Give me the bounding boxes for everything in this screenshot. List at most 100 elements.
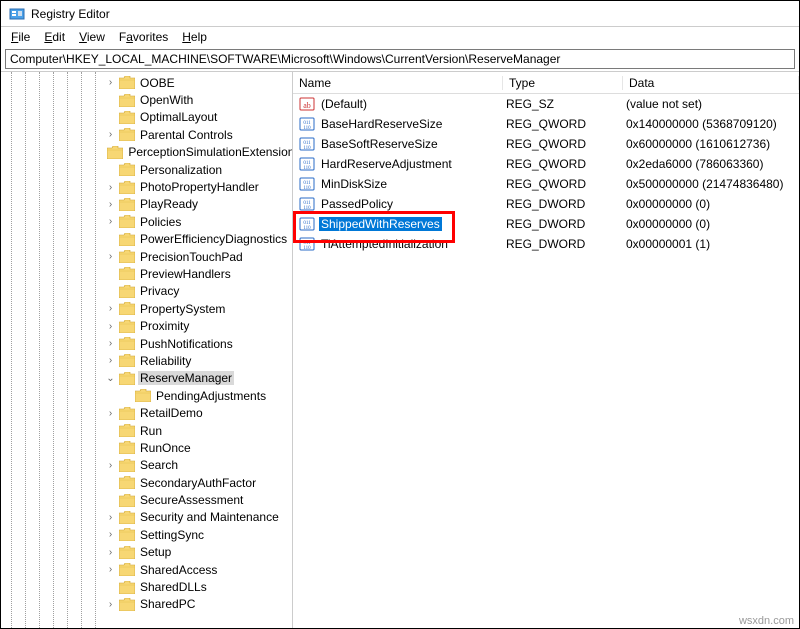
tree-item[interactable]: ·SecureAssessment [3, 491, 292, 508]
value-row[interactable]: 011110PassedPolicyREG_DWORD0x00000000 (0… [293, 194, 799, 214]
chevron-down-icon[interactable]: ⌄ [103, 373, 118, 384]
tree-item[interactable]: ·OptimalLayout [3, 109, 292, 126]
value-name[interactable]: BaseSoftReserveSize [319, 137, 440, 151]
tree-item[interactable]: › PropertySystem [3, 300, 292, 317]
tree-item-label[interactable]: Personalization [138, 163, 224, 177]
tree-item[interactable]: ·Run [3, 422, 292, 439]
value-name[interactable]: PassedPolicy [319, 197, 395, 211]
tree-item-label[interactable]: OOBE [138, 76, 177, 90]
tree-item-label[interactable]: PowerEfficiencyDiagnostics [138, 232, 289, 246]
tree-item[interactable]: ·OpenWith [3, 91, 292, 108]
column-type[interactable]: Type [503, 76, 623, 90]
tree-item[interactable]: ›Policies [3, 213, 292, 230]
menu-favorites[interactable]: Favorites [113, 29, 174, 45]
chevron-right-icon[interactable]: › [103, 547, 118, 558]
menu-view[interactable]: View [73, 29, 111, 45]
chevron-right-icon[interactable]: › [103, 251, 118, 262]
tree-item-label[interactable]: PreviewHandlers [138, 267, 233, 281]
tree-item-label[interactable]: PushNotifications [138, 337, 235, 351]
tree-item-label[interactable]: Privacy [138, 284, 181, 298]
chevron-right-icon[interactable]: › [103, 182, 118, 193]
value-row[interactable]: 011110TiAttemptedInitializationREG_DWORD… [293, 234, 799, 254]
value-name[interactable]: MinDiskSize [319, 177, 389, 191]
chevron-right-icon[interactable]: › [103, 512, 118, 523]
tree-item-label[interactable]: Run [138, 424, 164, 438]
tree-item[interactable]: ·PerceptionSimulationExtensions [3, 144, 292, 161]
value-name[interactable]: (Default) [319, 97, 369, 111]
tree-item-label[interactable]: Security and Maintenance [138, 510, 281, 524]
tree-item[interactable]: › SharedPC [3, 596, 292, 613]
chevron-right-icon[interactable]: › [103, 460, 118, 471]
tree-item[interactable]: › OOBE [3, 74, 292, 91]
value-row[interactable]: ab(Default)REG_SZ(value not set) [293, 94, 799, 114]
chevron-right-icon[interactable]: › [103, 599, 118, 610]
tree-item-label[interactable]: SecureAssessment [138, 493, 245, 507]
chevron-right-icon[interactable]: › [103, 529, 118, 540]
tree-item[interactable]: ·PowerEfficiencyDiagnostics [3, 231, 292, 248]
tree-item[interactable]: › PhotoPropertyHandler [3, 178, 292, 195]
tree-item-label[interactable]: Proximity [138, 319, 191, 333]
chevron-right-icon[interactable]: › [103, 199, 118, 210]
tree-item-label[interactable]: SharedDLLs [138, 580, 209, 594]
chevron-right-icon[interactable]: › [103, 338, 118, 349]
tree-item[interactable]: ·SharedDLLs [3, 578, 292, 595]
tree-item[interactable]: ·SecondaryAuthFactor [3, 474, 292, 491]
value-name[interactable]: TiAttemptedInitialization [319, 237, 450, 251]
tree-item-label[interactable]: SharedPC [138, 597, 197, 611]
value-row[interactable]: 011110ShippedWithReservesREG_DWORD0x0000… [293, 214, 799, 234]
tree-item-label[interactable]: SharedAccess [138, 563, 219, 577]
value-name[interactable]: ShippedWithReserves [319, 217, 442, 231]
address-bar[interactable]: Computer\HKEY_LOCAL_MACHINE\SOFTWARE\Mic… [5, 49, 795, 69]
tree-item-label[interactable]: ReserveManager [138, 371, 234, 385]
tree-item-label[interactable]: PropertySystem [138, 302, 227, 316]
tree-item-label[interactable]: RunOnce [138, 441, 193, 455]
tree-item[interactable]: ·RunOnce [3, 439, 292, 456]
value-name[interactable]: BaseHardReserveSize [319, 117, 444, 131]
chevron-right-icon[interactable]: › [103, 303, 118, 314]
tree-item-label[interactable]: PrecisionTouchPad [138, 250, 245, 264]
value-row[interactable]: 011110MinDiskSizeREG_QWORD0x500000000 (2… [293, 174, 799, 194]
tree-item[interactable]: › SettingSync [3, 526, 292, 543]
column-data[interactable]: Data [623, 76, 799, 90]
tree-item-label[interactable]: OptimalLayout [138, 110, 219, 124]
chevron-right-icon[interactable]: › [103, 408, 118, 419]
tree-item[interactable]: ⌄ ReserveManager [3, 370, 292, 387]
menu-edit[interactable]: Edit [38, 29, 71, 45]
chevron-right-icon[interactable]: › [103, 321, 118, 332]
tree-item[interactable]: › SharedAccess [3, 561, 292, 578]
values-pane[interactable]: Name Type Data ab(Default)REG_SZ(value n… [293, 72, 799, 628]
tree-item[interactable]: ·PendingAdjustments [3, 387, 292, 404]
tree-item[interactable]: › PlayReady [3, 196, 292, 213]
list-header[interactable]: Name Type Data [293, 72, 799, 94]
tree-item[interactable]: › PrecisionTouchPad [3, 248, 292, 265]
tree-item-label[interactable]: SecondaryAuthFactor [138, 476, 258, 490]
tree-item-label[interactable]: RetailDemo [138, 406, 205, 420]
menu-help[interactable]: Help [176, 29, 213, 45]
chevron-right-icon[interactable]: › [103, 355, 118, 366]
tree-item-label[interactable]: PhotoPropertyHandler [138, 180, 261, 194]
chevron-right-icon[interactable]: › [103, 77, 118, 88]
tree-item-label[interactable]: Search [138, 458, 180, 472]
tree-item[interactable]: › Parental Controls [3, 126, 292, 143]
chevron-right-icon[interactable]: › [103, 129, 118, 140]
chevron-right-icon[interactable]: › [103, 564, 118, 575]
tree-item-label[interactable]: Setup [138, 545, 173, 559]
tree-item[interactable]: ·PreviewHandlers [3, 265, 292, 282]
tree-item-label[interactable]: Parental Controls [138, 128, 235, 142]
tree-item-label[interactable]: PendingAdjustments [154, 389, 268, 403]
tree-item[interactable]: ·Privacy [3, 283, 292, 300]
tree-item-label[interactable]: SettingSync [138, 528, 206, 542]
tree-item-label[interactable]: PerceptionSimulationExtensions [126, 145, 293, 159]
tree-item-label[interactable]: PlayReady [138, 197, 200, 211]
tree-item-label[interactable]: Reliability [138, 354, 193, 368]
tree-pane[interactable]: › OOBE·OpenWith·OptimalLayout › Parental Co… [1, 72, 293, 628]
tree-item[interactable]: › Search [3, 457, 292, 474]
tree-item[interactable]: › Setup [3, 544, 292, 561]
menu-file[interactable]: File [5, 29, 36, 45]
tree-item[interactable]: › Proximity [3, 317, 292, 334]
tree-item-label[interactable]: OpenWith [138, 93, 195, 107]
tree-item[interactable]: › Reliability [3, 352, 292, 369]
tree-item[interactable]: › PushNotifications [3, 335, 292, 352]
tree-item[interactable]: ·Personalization [3, 161, 292, 178]
tree-item-label[interactable]: Policies [138, 215, 183, 229]
